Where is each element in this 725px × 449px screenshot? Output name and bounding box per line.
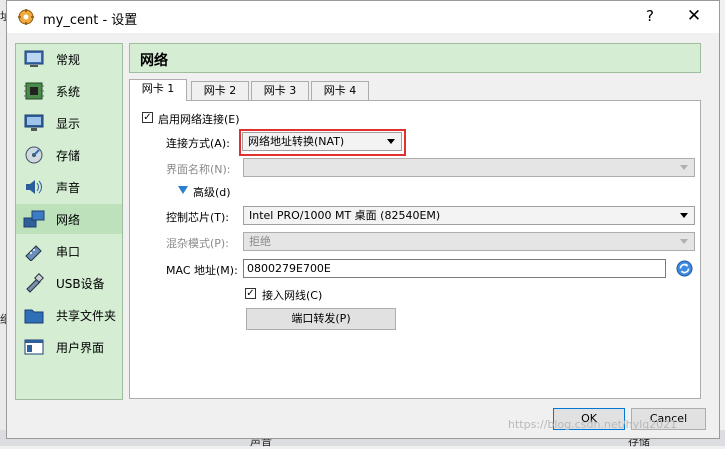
- chevron-down-icon: [680, 165, 688, 170]
- adapter-type-label: 控制芯片(T):: [166, 211, 230, 224]
- adapter-type-select[interactable]: Intel PRO/1000 MT 桌面 (82540EM): [243, 206, 695, 225]
- sidebar-item-label: 系统: [56, 85, 81, 99]
- sidebar-item-storage[interactable]: 存储: [16, 140, 122, 170]
- chevron-down-icon: [680, 239, 688, 244]
- sidebar-item-label: 串口: [56, 245, 81, 259]
- mac-address-input[interactable]: 0800279E700E: [243, 259, 666, 278]
- sidebar-item-general[interactable]: 常规: [16, 44, 122, 74]
- sidebar-item-system[interactable]: 系统: [16, 76, 122, 106]
- chevron-down-icon: [680, 213, 688, 218]
- expand-triangle-icon[interactable]: [178, 186, 188, 195]
- sidebar-item-label: 用户界面: [56, 341, 105, 355]
- enable-adapter-label: 启用网络连接(E): [158, 113, 240, 126]
- window-title: my_cent - 设置: [43, 13, 138, 28]
- sidebar-item-usb[interactable]: USB设备: [16, 268, 122, 298]
- settings-sidebar: 常规 系统 显示 存储 声音 网络 串口 USB设备 共享文件夹 用户界面: [15, 43, 123, 400]
- tab-adapter-4[interactable]: 网卡 4: [311, 81, 369, 100]
- sidebar-item-label: 显示: [56, 117, 81, 131]
- tab-adapter-2[interactable]: 网卡 2: [191, 81, 249, 100]
- sidebar-item-label: 常规: [56, 53, 81, 67]
- serial-port-icon: [25, 245, 42, 261]
- interface-name-select[interactable]: [243, 158, 695, 177]
- cable-connected-label: 接入网线(C): [262, 289, 323, 302]
- interface-name-label: 界面名称(N):: [166, 163, 231, 176]
- settings-dialog: my_cent - 设置 ? ✕ 常规 系统 显示 存储 声音 网络 串口 US…: [6, 0, 720, 439]
- advanced-toggle[interactable]: 高级(d): [193, 184, 231, 200]
- promiscuous-mode-label: 混杂模式(P):: [166, 237, 229, 250]
- general-icon: [24, 50, 44, 67]
- sidebar-item-label: 网络: [56, 213, 81, 227]
- tab-adapter-3[interactable]: 网卡 3: [251, 81, 309, 100]
- usb-icon: [26, 273, 44, 293]
- sidebar-item-label: USB设备: [56, 277, 105, 291]
- sidebar-item-serial-port[interactable]: 串口: [16, 236, 122, 266]
- sidebar-item-display[interactable]: 显示: [16, 108, 122, 138]
- sidebar-item-label: 存储: [56, 149, 81, 163]
- close-button[interactable]: ✕: [683, 6, 705, 28]
- refresh-mac-icon[interactable]: [676, 260, 693, 277]
- port-forwarding-button[interactable]: 端口转发(P): [246, 308, 396, 330]
- display-icon: [24, 114, 44, 131]
- promiscuous-mode-select[interactable]: 拒绝: [243, 232, 695, 251]
- sidebar-item-label: 共享文件夹: [56, 309, 117, 323]
- network-icon: [23, 210, 45, 228]
- promiscuous-mode-value: 拒绝: [249, 235, 271, 248]
- help-button[interactable]: ?: [639, 7, 661, 27]
- adapter-type-value: Intel PRO/1000 MT 桌面 (82540EM): [249, 209, 441, 222]
- sidebar-item-audio[interactable]: 声音: [16, 172, 122, 202]
- audio-icon: [26, 180, 42, 194]
- enable-adapter-checkbox[interactable]: ✓: [142, 112, 153, 123]
- title-bar[interactable]: my_cent - 设置 ? ✕: [7, 1, 719, 33]
- mac-address-label: MAC 地址(M):: [166, 264, 238, 277]
- sidebar-item-shared-folders[interactable]: 共享文件夹: [16, 300, 122, 330]
- shared-folder-icon: [24, 309, 44, 324]
- annotation-highlight-box: [239, 129, 406, 156]
- system-icon: [24, 82, 44, 100]
- cable-connected-checkbox[interactable]: ✓: [245, 288, 256, 299]
- user-interface-icon: [24, 339, 44, 355]
- sidebar-item-network[interactable]: 网络: [16, 204, 122, 234]
- virtualbox-gear-icon: [18, 9, 34, 25]
- tab-adapter-1[interactable]: 网卡 1: [129, 79, 187, 101]
- sidebar-item-user-interface[interactable]: 用户界面: [16, 332, 122, 362]
- storage-icon: [25, 146, 43, 164]
- watermark-text: https://blog.csdn.net/hylq2021: [508, 418, 678, 431]
- attached-to-label: 连接方式(A):: [166, 137, 230, 150]
- page-title: 网络: [140, 53, 168, 69]
- page-header: 网络: [129, 43, 701, 73]
- sidebar-item-label: 声音: [56, 181, 81, 195]
